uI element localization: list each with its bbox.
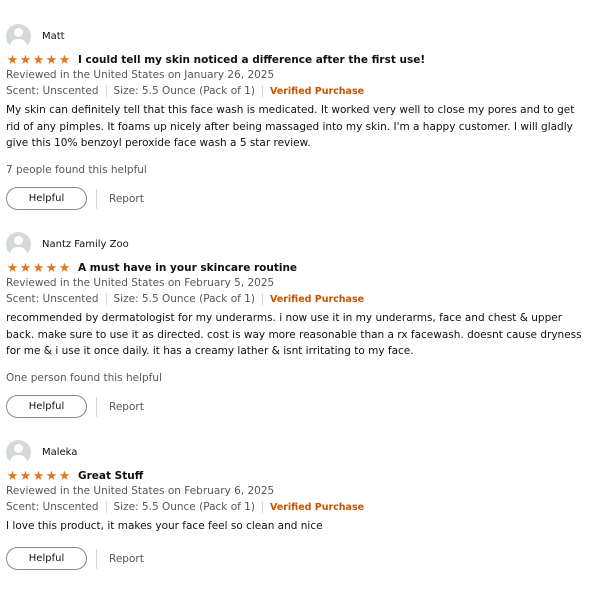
review-title[interactable]: A must have in your skincare routine	[78, 262, 297, 274]
star-icon: ★	[6, 468, 19, 484]
review-actions: Helpful Report	[6, 547, 144, 570]
star-icon: ★	[58, 52, 71, 68]
review-card: Nantz Family Zoo ★ ★ ★ ★ ★ A must have in yo…	[6, 231, 594, 426]
star-icon: ★	[32, 468, 45, 484]
action-divider	[96, 548, 97, 569]
report-link[interactable]: Report	[109, 193, 144, 205]
review-card: Matt ★ ★ ★ ★ ★ I could tell my skin noticed …	[6, 23, 594, 218]
verified-purchase-badge: Verified Purchase	[269, 293, 365, 305]
helpful-button[interactable]: Helpful	[6, 547, 87, 570]
action-divider	[96, 396, 97, 417]
review-body: I love this product, it makes your face …	[6, 520, 323, 532]
reviewer-profile[interactable]: Nantz Family Zoo	[6, 231, 129, 257]
review-title-row[interactable]: ★ ★ ★ ★ ★ A must have in your skincare routi…	[6, 260, 297, 276]
star-icon: ★	[32, 260, 45, 276]
star-icon: ★	[45, 468, 58, 484]
variant-divider	[105, 293, 107, 305]
variant-size: Size: 5.5 Ounce (Pack of 1)	[113, 293, 255, 305]
review-body: My skin can definitely tell that this fa…	[6, 104, 575, 149]
variant-size: Size: 5.5 Ounce (Pack of 1)	[113, 501, 255, 513]
review-variant: Scent: Unscented Size: 5.5 Ounce (Pack o…	[6, 501, 364, 513]
review-title[interactable]: Great Stuff	[78, 470, 143, 482]
report-link[interactable]: Report	[109, 401, 144, 413]
star-icon: ★	[6, 52, 19, 68]
helpful-count: One person found this helpful	[6, 372, 162, 384]
star-rating: ★ ★ ★ ★ ★	[6, 470, 71, 483]
star-rating: ★ ★ ★ ★ ★	[6, 54, 71, 67]
star-icon: ★	[19, 52, 32, 68]
variant-divider	[105, 85, 107, 97]
star-icon: ★	[6, 260, 19, 276]
variant-scent: Scent: Unscented	[6, 293, 99, 305]
verified-purchase-badge: Verified Purchase	[269, 85, 365, 97]
reviewer-profile[interactable]: Matt	[6, 23, 65, 49]
reviewer-profile[interactable]: Maleka	[6, 439, 77, 465]
review-actions: Helpful Report	[6, 187, 144, 210]
variant-divider	[261, 293, 263, 305]
variant-scent: Scent: Unscented	[6, 501, 99, 513]
review-date: Reviewed in the United States on Februar…	[6, 485, 275, 497]
review-card: Maleka ★ ★ ★ ★ ★ Great Stuff Reviewed in the…	[6, 439, 594, 579]
helpful-count: 7 people found this helpful	[6, 164, 147, 176]
avatar-icon	[6, 23, 31, 49]
star-icon: ★	[19, 260, 32, 276]
review-date: Reviewed in the United States on January…	[6, 69, 275, 81]
verified-purchase-badge: Verified Purchase	[269, 501, 365, 513]
reviewer-name: Matt	[42, 30, 65, 42]
review-variant: Scent: Unscented Size: 5.5 Ounce (Pack o…	[6, 85, 364, 97]
star-icon: ★	[58, 468, 71, 484]
review-title[interactable]: I could tell my skin noticed a differenc…	[78, 54, 425, 66]
variant-size: Size: 5.5 Ounce (Pack of 1)	[113, 85, 255, 97]
reviewer-name: Maleka	[42, 446, 78, 458]
variant-scent: Scent: Unscented	[6, 85, 99, 97]
reviewer-name: Nantz Family Zoo	[42, 238, 129, 250]
avatar-icon	[6, 231, 31, 257]
review-title-row[interactable]: ★ ★ ★ ★ ★ I could tell my skin noticed a dif…	[6, 52, 425, 68]
star-icon: ★	[45, 52, 58, 68]
variant-divider	[261, 85, 263, 97]
star-icon: ★	[58, 260, 71, 276]
review-body: recommended by dermatologist for my unde…	[6, 312, 582, 357]
helpful-button[interactable]: Helpful	[6, 187, 87, 210]
helpful-button[interactable]: Helpful	[6, 395, 87, 418]
review-date: Reviewed in the United States on Februar…	[6, 277, 275, 289]
report-link[interactable]: Report	[109, 553, 144, 565]
star-icon: ★	[19, 468, 32, 484]
star-icon: ★	[32, 52, 45, 68]
review-title-row[interactable]: ★ ★ ★ ★ ★ Great Stuff	[6, 468, 144, 484]
avatar-icon	[6, 439, 31, 465]
star-icon: ★	[45, 260, 58, 276]
action-divider	[96, 188, 97, 209]
variant-divider	[105, 501, 107, 513]
variant-divider	[261, 501, 263, 513]
star-rating: ★ ★ ★ ★ ★	[6, 262, 71, 275]
review-variant: Scent: Unscented Size: 5.5 Ounce (Pack o…	[6, 293, 364, 305]
review-actions: Helpful Report	[6, 395, 144, 418]
